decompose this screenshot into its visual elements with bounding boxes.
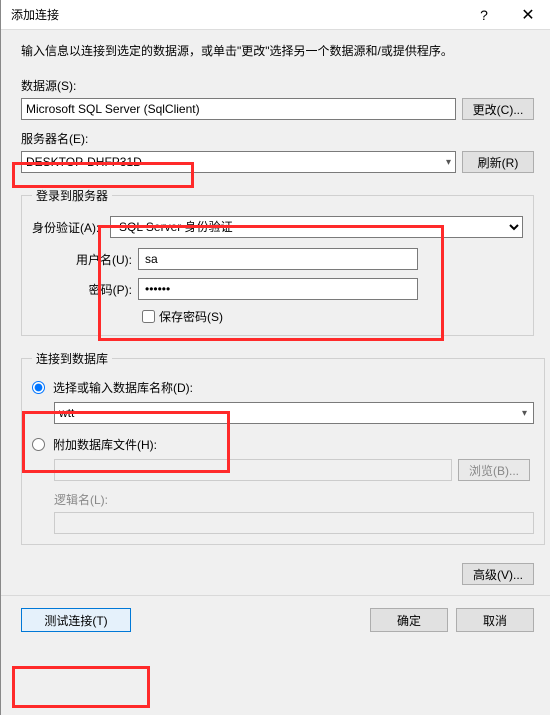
database-name-value: wtt — [59, 406, 74, 420]
help-button[interactable]: ? — [462, 0, 506, 30]
auth-select[interactable]: SQL Server 身份验证 — [110, 216, 523, 238]
login-group: 登录到服务器 身份验证(A): SQL Server 身份验证 用户名(U): … — [21, 187, 534, 336]
server-name-value: DESKTOP-DHFP31D — [26, 155, 142, 169]
logical-name-label: 逻辑名(L): — [54, 491, 534, 508]
refresh-button[interactable]: 刷新(R) — [462, 151, 534, 173]
cancel-button[interactable]: 取消 — [456, 608, 534, 632]
radio-select-db[interactable] — [32, 381, 45, 394]
close-button[interactable]: ✕ — [506, 0, 550, 30]
save-password-checkbox[interactable] — [142, 310, 155, 323]
titlebar: 添加连接 ? ✕ — [1, 0, 550, 30]
highlight-box — [12, 666, 150, 708]
server-label: 服务器名(E): — [21, 130, 534, 147]
radio-attach-db[interactable] — [32, 438, 45, 451]
browse-button: 浏览(B)... — [458, 459, 530, 481]
database-group: 连接到数据库 选择或输入数据库名称(D): wtt ▾ 附加数据库文件(H): … — [21, 350, 545, 545]
database-name-combo[interactable]: wtt ▾ — [54, 402, 534, 424]
datasource-label: 数据源(S): — [21, 77, 534, 94]
database-legend: 连接到数据库 — [32, 350, 112, 367]
save-password-label: 保存密码(S) — [159, 308, 223, 325]
change-button[interactable]: 更改(C)... — [462, 98, 534, 120]
auth-label: 身份验证(A): — [32, 219, 104, 236]
password-input[interactable] — [138, 278, 418, 300]
logical-name-input — [54, 512, 534, 534]
attach-file-input — [54, 459, 452, 481]
server-name-combo[interactable]: DESKTOP-DHFP31D ▾ — [21, 151, 456, 173]
chevron-down-icon: ▾ — [446, 157, 451, 168]
password-label: 密码(P): — [62, 281, 132, 298]
username-label: 用户名(U): — [62, 251, 132, 268]
dialog-title: 添加连接 — [11, 6, 462, 23]
ok-button[interactable]: 确定 — [370, 608, 448, 632]
username-input[interactable] — [138, 248, 418, 270]
chevron-down-icon: ▾ — [522, 408, 527, 419]
test-connection-button[interactable]: 测试连接(T) — [21, 608, 131, 632]
instruction-text: 输入信息以连接到选定的数据源，或单击"更改"选择另一个数据源和/或提供程序。 — [21, 42, 534, 59]
login-legend: 登录到服务器 — [32, 187, 112, 204]
radio-select-label: 选择或输入数据库名称(D): — [53, 379, 193, 396]
datasource-field — [21, 98, 456, 120]
radio-attach-label: 附加数据库文件(H): — [53, 436, 157, 453]
advanced-button[interactable]: 高级(V)... — [462, 563, 534, 585]
